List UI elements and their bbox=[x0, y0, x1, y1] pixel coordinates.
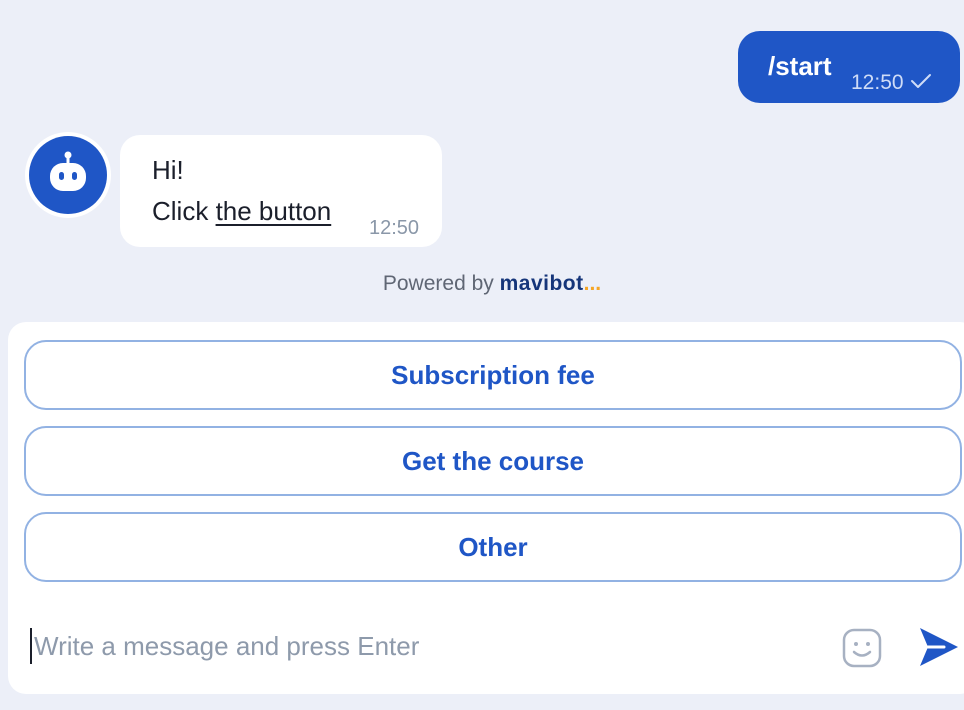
brand-dots: ... bbox=[583, 272, 602, 295]
quick-reply-other[interactable]: Other bbox=[24, 512, 962, 582]
bot-message-line: Hi! bbox=[152, 155, 184, 185]
user-message-meta: 12:50 bbox=[851, 71, 932, 95]
user-message-time: 12:50 bbox=[851, 71, 904, 94]
bot-message-time: 12:50 bbox=[369, 217, 420, 239]
composer bbox=[8, 612, 964, 684]
quick-reply-subscription-fee[interactable]: Subscription fee bbox=[24, 340, 962, 410]
bot-message-bubble: Hi! Click the button 12:50 bbox=[120, 135, 442, 247]
check-icon bbox=[910, 71, 932, 95]
bot-message-prefix: Click bbox=[152, 196, 216, 226]
bot-message-link[interactable]: the button bbox=[216, 196, 332, 226]
quick-reply-get-course[interactable]: Get the course bbox=[24, 426, 962, 496]
powered-by[interactable]: Powered by mavibot... bbox=[0, 272, 964, 296]
user-message-text: /start bbox=[768, 51, 832, 81]
bot-avatar bbox=[25, 132, 111, 218]
user-message-bubble: /start 12:50 bbox=[738, 31, 960, 103]
bot-message-line: Click the button bbox=[152, 196, 331, 227]
robot-icon bbox=[50, 151, 86, 191]
brand-logo: mavibot bbox=[499, 272, 584, 295]
smiley-icon[interactable] bbox=[840, 626, 884, 670]
powered-by-label: Powered by bbox=[382, 272, 494, 295]
message-input[interactable] bbox=[32, 622, 816, 670]
send-icon[interactable] bbox=[914, 622, 962, 672]
reply-panel: Subscription fee Get the course Other bbox=[8, 322, 964, 694]
